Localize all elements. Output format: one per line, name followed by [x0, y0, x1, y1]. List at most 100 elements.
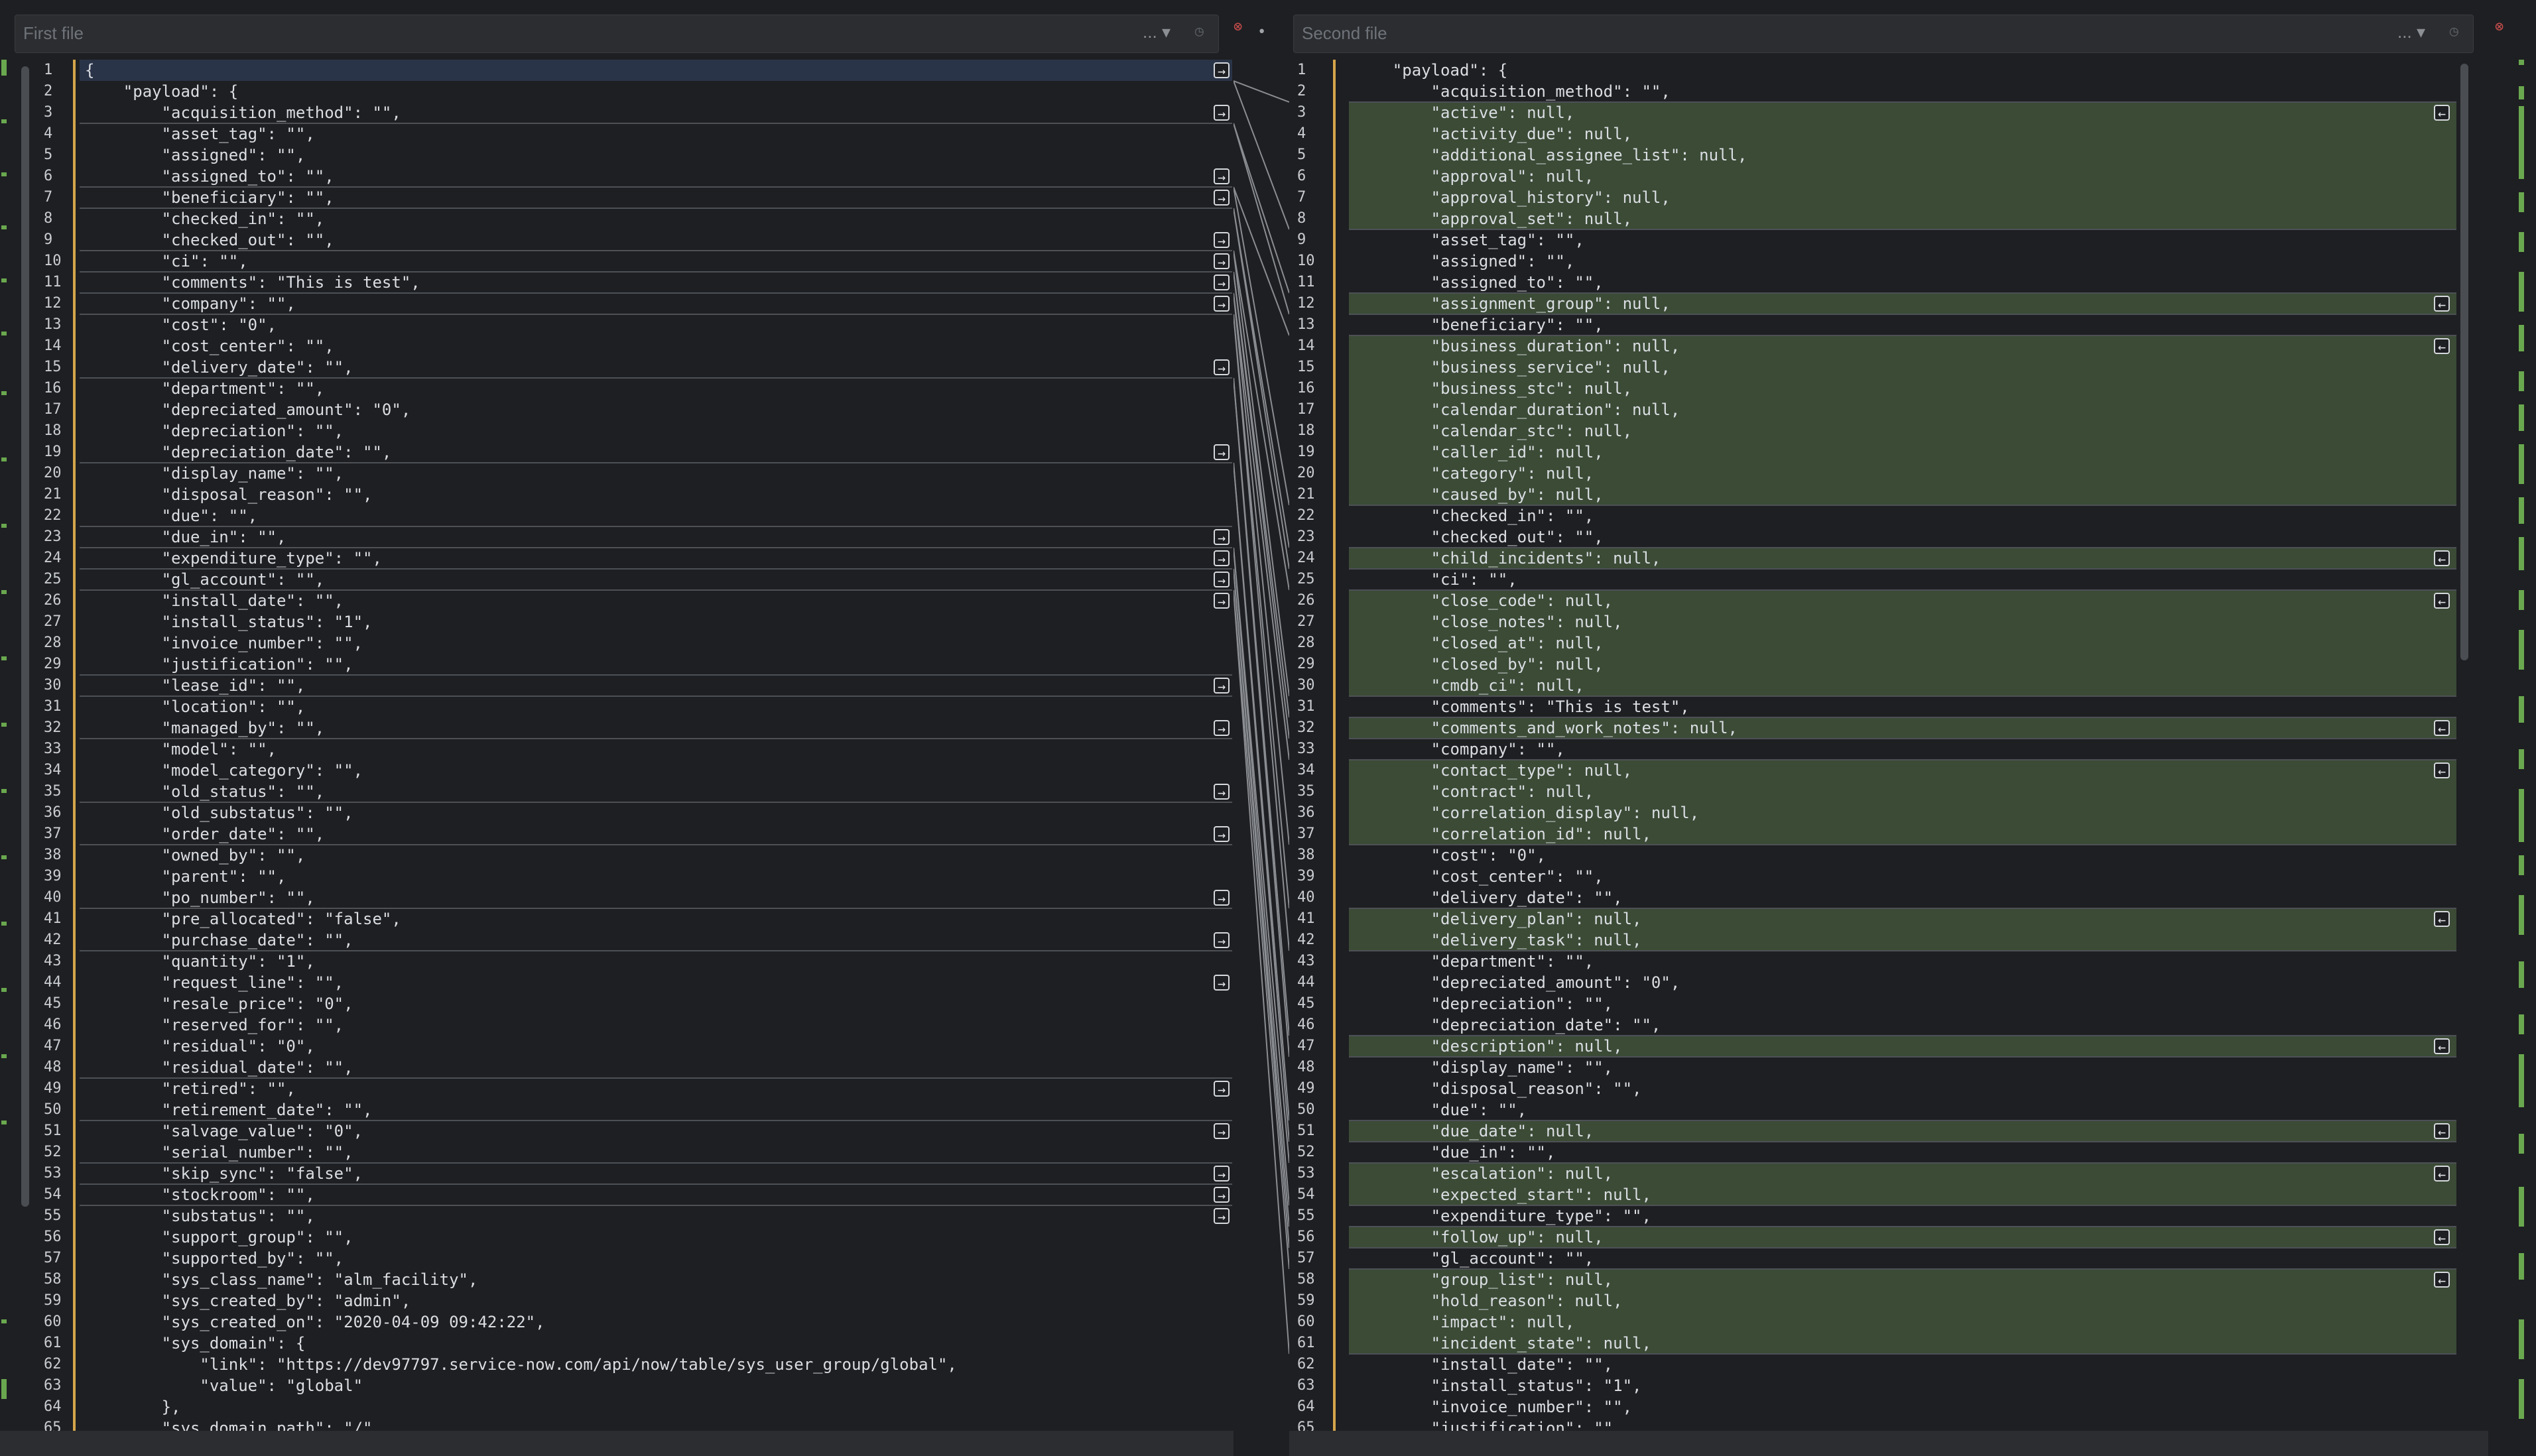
code-line[interactable]: "hold_reason": null,	[1349, 1290, 2456, 1311]
apply-change-left-icon[interactable]: ←	[2434, 593, 2450, 609]
code-line[interactable]: "sys_class_name": "alm_facility",	[80, 1269, 1232, 1290]
apply-change-right-icon[interactable]: →	[1214, 444, 1230, 460]
code-line[interactable]: "escalation": null,	[1349, 1163, 2456, 1184]
apply-change-left-icon[interactable]: ←	[2434, 105, 2450, 121]
code-line[interactable]: "depreciated_amount": "0",	[1349, 972, 2456, 993]
code-line[interactable]: "install_date": "",	[1349, 1354, 2456, 1375]
apply-change-right-icon[interactable]: →	[1214, 1208, 1230, 1224]
code-line[interactable]: "due_date": null,	[1349, 1121, 2456, 1142]
change-marker[interactable]	[1, 656, 7, 660]
change-marker[interactable]	[1, 590, 7, 594]
change-marker[interactable]	[2519, 1014, 2524, 1034]
code-line[interactable]: "closed_by": null,	[1349, 654, 2456, 675]
code-line[interactable]: "po_number": "",	[80, 887, 1232, 908]
apply-change-right-icon[interactable]: →	[1214, 720, 1230, 736]
apply-change-right-icon[interactable]: →	[1214, 274, 1230, 290]
code-line[interactable]: "request_line": "",	[80, 972, 1232, 993]
apply-change-right-icon[interactable]: →	[1214, 975, 1230, 991]
change-marker[interactable]	[2519, 1187, 2524, 1227]
code-line[interactable]: "gl_account": "",	[80, 569, 1232, 590]
apply-change-right-icon[interactable]: →	[1214, 572, 1230, 587]
apply-change-right-icon[interactable]: →	[1214, 62, 1230, 78]
code-line[interactable]: "disposal_reason": "",	[80, 484, 1232, 505]
change-marker[interactable]	[2519, 1253, 2524, 1280]
code-line[interactable]: "ci": "",	[80, 251, 1232, 272]
code-line[interactable]: "lease_id": "",	[80, 675, 1232, 696]
change-marker[interactable]	[1, 789, 7, 793]
code-line[interactable]: "old_substatus": "",	[80, 802, 1232, 823]
code-line[interactable]: "category": null,	[1349, 463, 2456, 484]
code-line[interactable]: "owned_by": "",	[80, 845, 1232, 866]
code-line[interactable]: "comments": "This is test",	[80, 272, 1232, 293]
code-line[interactable]: "follow_up": null,	[1349, 1227, 2456, 1248]
code-line[interactable]: "checked_in": "",	[1349, 505, 2456, 526]
apply-change-left-icon[interactable]: ←	[2434, 1038, 2450, 1054]
code-line[interactable]: "sys_created_by": "admin",	[80, 1290, 1232, 1311]
change-marker[interactable]	[2519, 590, 2524, 610]
apply-change-left-icon[interactable]: ←	[2434, 1229, 2450, 1245]
code-line[interactable]: "reserved_for": "",	[80, 1014, 1232, 1036]
code-line[interactable]: "correlation_id": null,	[1349, 823, 2456, 845]
apply-change-left-icon[interactable]: ←	[2434, 911, 2450, 927]
code-line[interactable]: "contract": null,	[1349, 781, 2456, 802]
change-marker[interactable]	[2519, 272, 2524, 312]
apply-change-left-icon[interactable]: ←	[2434, 1123, 2450, 1139]
code-line[interactable]: "caused_by": null,	[1349, 484, 2456, 505]
apply-change-right-icon[interactable]: →	[1214, 168, 1230, 184]
history-icon[interactable]: ◷	[2450, 23, 2458, 40]
code-line[interactable]: "checked_out": "",	[80, 229, 1232, 251]
code-line[interactable]: "calendar_duration": null,	[1349, 399, 2456, 420]
code-line[interactable]: "assignment_group": null,	[1349, 293, 2456, 314]
code-line[interactable]: "due": "",	[1349, 1099, 2456, 1121]
change-marker[interactable]	[2519, 1134, 2524, 1154]
code-line[interactable]: "approval_history": null,	[1349, 187, 2456, 208]
code-line[interactable]: "activity_due": null,	[1349, 123, 2456, 145]
code-line[interactable]: "managed_by": "",	[80, 717, 1232, 739]
code-line[interactable]: "retired": "",	[80, 1078, 1232, 1099]
code-line[interactable]: "correlation_display": null,	[1349, 802, 2456, 823]
code-line[interactable]: },	[80, 1396, 1232, 1418]
code-line[interactable]: "quantity": "1",	[80, 951, 1232, 972]
code-line[interactable]: "disposal_reason": "",	[1349, 1078, 2456, 1099]
change-marker[interactable]	[1, 278, 7, 282]
code-line[interactable]: "approval": null,	[1349, 166, 2456, 187]
apply-change-right-icon[interactable]: →	[1214, 593, 1230, 609]
change-marker[interactable]	[2519, 404, 2524, 431]
code-line[interactable]: "depreciated_amount": "0",	[80, 399, 1232, 420]
code-line[interactable]: "support_group": "",	[80, 1227, 1232, 1248]
code-line[interactable]: {	[80, 60, 1232, 81]
code-line[interactable]: "cost_center": "",	[1349, 866, 2456, 887]
code-line[interactable]: "approval_set": null,	[1349, 208, 2456, 229]
first-file-menu-button[interactable]: ... ▾	[1143, 22, 1171, 42]
apply-change-right-icon[interactable]: →	[1214, 678, 1230, 694]
code-line[interactable]: "retirement_date": "",	[80, 1099, 1232, 1121]
code-line[interactable]: "serial_number": "",	[80, 1142, 1232, 1163]
code-line[interactable]: "assigned_to": "",	[80, 166, 1232, 187]
code-line[interactable]: "install_status": "1",	[1349, 1375, 2456, 1396]
code-line[interactable]: "cmdb_ci": null,	[1349, 675, 2456, 696]
change-marker[interactable]	[2519, 60, 2524, 65]
code-line[interactable]: "department": "",	[1349, 951, 2456, 972]
change-marker[interactable]	[2519, 895, 2524, 935]
code-line[interactable]: "description": null,	[1349, 1036, 2456, 1057]
code-line[interactable]: "assigned_to": "",	[1349, 272, 2456, 293]
code-line[interactable]: "beneficiary": "",	[1349, 314, 2456, 335]
code-line[interactable]: "justification": "",	[80, 654, 1232, 675]
change-marker[interactable]	[1, 855, 7, 859]
code-line[interactable]: "sys_created_on": "2020-04-09 09:42:22",	[80, 1311, 1232, 1333]
code-line[interactable]: "payload": {	[1349, 60, 2456, 81]
code-line[interactable]: "expected_start": null,	[1349, 1184, 2456, 1205]
change-marker[interactable]	[1, 988, 7, 992]
apply-change-left-icon[interactable]: ←	[2434, 1166, 2450, 1182]
code-line[interactable]: "purchase_date": "",	[80, 930, 1232, 951]
code-line[interactable]: "calendar_stc": null,	[1349, 420, 2456, 442]
apply-change-right-icon[interactable]: →	[1214, 932, 1230, 948]
apply-change-left-icon[interactable]: ←	[2434, 550, 2450, 566]
code-line[interactable]: "comments": "This is test",	[1349, 696, 2456, 717]
code-line[interactable]: "invoice_number": "",	[80, 633, 1232, 654]
code-line[interactable]: "business_duration": null,	[1349, 335, 2456, 357]
change-marker[interactable]	[2519, 537, 2524, 570]
code-line[interactable]: "model_category": "",	[80, 760, 1232, 781]
change-marker[interactable]	[1, 723, 7, 727]
code-line[interactable]: "payload": {	[80, 81, 1232, 102]
